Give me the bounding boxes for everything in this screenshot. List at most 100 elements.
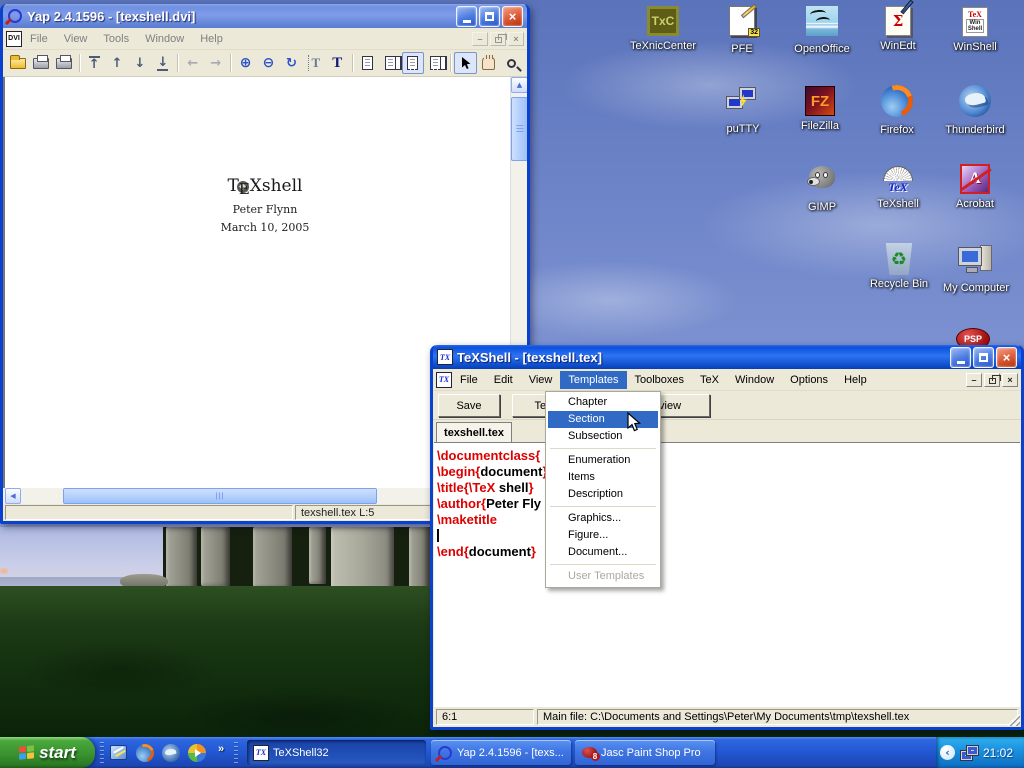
texshell-child-window-controls: – × [966, 373, 1018, 387]
texshell-menu-templates[interactable]: Templates [560, 371, 626, 389]
texshell-close-button[interactable]: × [996, 347, 1017, 368]
resize-grip[interactable] [1007, 713, 1020, 726]
start-button[interactable]: start [0, 737, 95, 768]
ruler-button[interactable]: T [303, 52, 326, 74]
yap-menu-help[interactable]: Help [192, 30, 231, 48]
select-tool-button[interactable] [454, 52, 477, 74]
desktop-icon-firefox[interactable]: Firefox [857, 84, 937, 136]
menu-item-document[interactable]: Document... [548, 544, 658, 561]
desktop-icon-label: WinEdt [858, 40, 938, 52]
texshell-title-bar[interactable]: TX TeXShell - [texshell.tex] × [433, 345, 1021, 369]
child-restore-button[interactable] [490, 32, 506, 46]
task-button-texshell[interactable]: TXTeXShell32 [247, 740, 426, 765]
menu-item-subsection[interactable]: Subsection [548, 428, 658, 445]
texshell-minimize-button[interactable] [950, 347, 971, 368]
desktop-icon-texshell[interactable]: TeX TeXshell [858, 162, 938, 210]
texshell-menu-file[interactable]: File [452, 371, 486, 389]
texshell-menu-edit[interactable]: Edit [486, 371, 521, 389]
desktop-icon-label: FileZilla [780, 120, 860, 132]
tray-chevron-icon[interactable]: ‹ [940, 745, 955, 760]
zoom-in-button[interactable]: ⊕ [234, 52, 257, 74]
desktop-icon-thunderbird[interactable]: Thunderbird [935, 84, 1015, 136]
child-minimize-button[interactable]: – [472, 32, 488, 46]
menu-item-chapter[interactable]: Chapter [548, 394, 658, 411]
view-facing-button[interactable] [379, 52, 402, 74]
texshell-menu-toolboxes[interactable]: Toolboxes [627, 371, 693, 389]
menu-item-enumeration[interactable]: Enumeration [548, 452, 658, 469]
task-button-yap[interactable]: Yap 2.4.1596 - [texs... [431, 740, 571, 765]
back-button[interactable]: ← [181, 52, 204, 74]
vertical-scroll-thumb[interactable] [511, 97, 527, 161]
zoom-out-button[interactable]: ⊖ [257, 52, 280, 74]
view-continuous-button[interactable] [402, 52, 425, 74]
texshell-menu-window[interactable]: Window [727, 371, 782, 389]
view-single-button[interactable] [356, 52, 379, 74]
quicklaunch-thunderbird-icon[interactable] [160, 742, 181, 763]
desktop-icon-acrobat[interactable]: A Acrobat [935, 162, 1015, 210]
save-button[interactable]: Save [438, 394, 500, 417]
child-minimize-button[interactable]: – [966, 373, 982, 387]
quicklaunch-media-player-icon[interactable] [186, 742, 207, 763]
taskarea-handle[interactable] [234, 742, 238, 763]
menu-item-description[interactable]: Description [548, 486, 658, 503]
open-folder-button[interactable] [7, 52, 30, 74]
desktop-icon-winedt[interactable]: Σ WinEdt [858, 4, 938, 52]
horizontal-scroll-thumb[interactable] [63, 488, 377, 504]
forward-button[interactable]: → [204, 52, 227, 74]
last-page-button[interactable]: ↓ [151, 52, 174, 74]
texshell-maximize-button[interactable] [973, 347, 994, 368]
desktop-icon-openoffice[interactable]: OpenOffice [782, 4, 862, 55]
desktop-icon-texniccenter[interactable]: TxC TeXnicCenter [623, 4, 703, 52]
quicklaunch-handle[interactable] [100, 742, 104, 763]
menu-item-section[interactable]: Section [548, 411, 658, 428]
text-mode-button[interactable]: T [326, 52, 349, 74]
yap-title-bar[interactable]: Yap 2.4.1596 - [texshell.dvi] × [3, 4, 527, 28]
desktop-icon-label: Thunderbird [935, 124, 1015, 136]
texshell-menu-view[interactable]: View [521, 371, 561, 389]
quicklaunch-overflow-chevron[interactable]: » [218, 743, 224, 755]
quicklaunch-firefox-icon[interactable] [134, 742, 155, 763]
magnifier-tool-button[interactable] [500, 52, 523, 74]
hand-tool-button[interactable] [477, 52, 500, 74]
menu-item-graphics[interactable]: Graphics... [548, 510, 658, 527]
texshell-menu-bar: TX FileEditViewTemplatesToolboxesTeXWind… [433, 369, 1021, 391]
yap-menu-view[interactable]: View [56, 30, 96, 48]
scroll-left-button[interactable]: ◀ [5, 488, 21, 504]
desktop-icon-gimp[interactable]: GIMP [782, 162, 862, 213]
print-button[interactable] [30, 52, 53, 74]
menu-item-figure[interactable]: Figure... [548, 527, 658, 544]
network-tray-icon[interactable] [960, 745, 978, 761]
child-close-button[interactable]: × [1002, 373, 1018, 387]
yap-maximize-button[interactable] [479, 6, 500, 27]
texshell-menu-tex[interactable]: TeX [692, 371, 727, 389]
task-button-psp[interactable]: Jasc Paint Shop Pro [575, 740, 715, 765]
refresh-button[interactable]: ↻ [280, 52, 303, 74]
desktop-icon-putty[interactable]: puTTY [703, 84, 783, 135]
scroll-up-button[interactable]: ▲ [511, 77, 527, 93]
desktop-icon-winshell[interactable]: TeXWinShell WinShell [935, 4, 1015, 53]
desktop-icon-filezilla[interactable]: FZ FileZilla [780, 84, 860, 132]
texshell-editor[interactable]: \documentclass{\begin{document}\title{\T… [434, 442, 1020, 707]
desktop-icon-pfe[interactable]: 32 PFE [702, 4, 782, 55]
menu-item-items[interactable]: Items [548, 469, 658, 486]
child-close-button[interactable]: × [508, 32, 524, 46]
texshell-menu-options[interactable]: Options [782, 371, 836, 389]
desktop-icon-recyclebin[interactable]: ♻ Recycle Bin [859, 242, 939, 290]
tab-texshell-tex[interactable]: texshell.tex [436, 422, 512, 442]
first-page-button[interactable]: ↑ [83, 52, 106, 74]
child-restore-button[interactable] [984, 373, 1000, 387]
mycomputer-icon [958, 242, 994, 276]
yap-close-button[interactable]: × [502, 6, 523, 27]
next-page-button[interactable]: ↓ [129, 52, 152, 74]
print-document-button[interactable] [53, 52, 76, 74]
yap-menu-window[interactable]: Window [137, 30, 192, 48]
desktop-icon-mycomputer[interactable]: My Computer [936, 242, 1016, 294]
previous-page-button[interactable]: ↑ [106, 52, 129, 74]
yap-menu-tools[interactable]: Tools [95, 30, 137, 48]
view-continuous-facing-button[interactable] [424, 52, 447, 74]
quicklaunch-show-desktop-icon[interactable] [108, 742, 129, 763]
yap-menu-file[interactable]: File [22, 30, 56, 48]
code-line: \end{document} [437, 544, 1020, 560]
texshell-menu-help[interactable]: Help [836, 371, 875, 389]
yap-minimize-button[interactable] [456, 6, 477, 27]
